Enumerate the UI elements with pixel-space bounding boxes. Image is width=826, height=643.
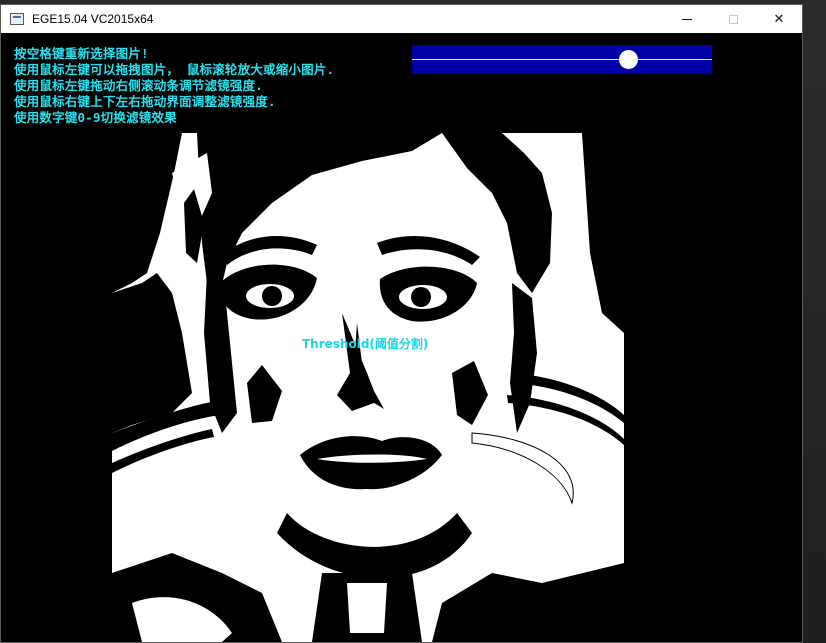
- slider-track: [412, 59, 712, 60]
- maximize-button: [710, 5, 756, 33]
- instruction-line: 使用鼠标左键可以拖拽图片， 鼠标滚轮放大或缩小图片.: [14, 62, 335, 77]
- close-icon: ✕: [773, 11, 785, 27]
- threshold-portrait-image: [112, 133, 624, 642]
- window-title: EGE15.04 VC2015x64: [32, 12, 154, 26]
- instruction-line: 按空格键重新选择图片!: [14, 46, 149, 61]
- title-bar[interactable]: EGE15.04 VC2015x64 ✕: [1, 5, 802, 33]
- minimize-button[interactable]: [664, 5, 710, 33]
- filter-strength-slider[interactable]: [412, 45, 712, 74]
- canvas-area[interactable]: 按空格键重新选择图片! 使用鼠标左键可以拖拽图片， 鼠标滚轮放大或缩小图片. 使…: [1, 33, 802, 642]
- filter-name-label: Threshold(阈值分割): [302, 337, 429, 351]
- instructions-panel: 按空格键重新选择图片! 使用鼠标左键可以拖拽图片， 鼠标滚轮放大或缩小图片. 使…: [14, 46, 334, 126]
- window-controls: ✕: [664, 5, 802, 33]
- instruction-line: 使用鼠标左键拖动右侧滚动条调节滤镜强度.: [14, 78, 264, 93]
- maximize-icon: [728, 14, 738, 24]
- app-window: EGE15.04 VC2015x64 ✕ 按空格键重新选择图片! 使用鼠标左键可…: [0, 4, 803, 643]
- minimize-icon: [682, 18, 692, 20]
- instruction-line: 使用鼠标右键上下左右拖动界面调整滤镜强度.: [14, 94, 276, 109]
- instruction-line: 使用数字键0-9切换滤镜效果: [14, 110, 177, 125]
- close-button[interactable]: ✕: [756, 5, 802, 33]
- desktop-background-right: [803, 0, 826, 643]
- app-window-icon[interactable]: [10, 13, 24, 25]
- filtered-image[interactable]: [112, 133, 624, 642]
- slider-thumb[interactable]: [618, 50, 638, 69]
